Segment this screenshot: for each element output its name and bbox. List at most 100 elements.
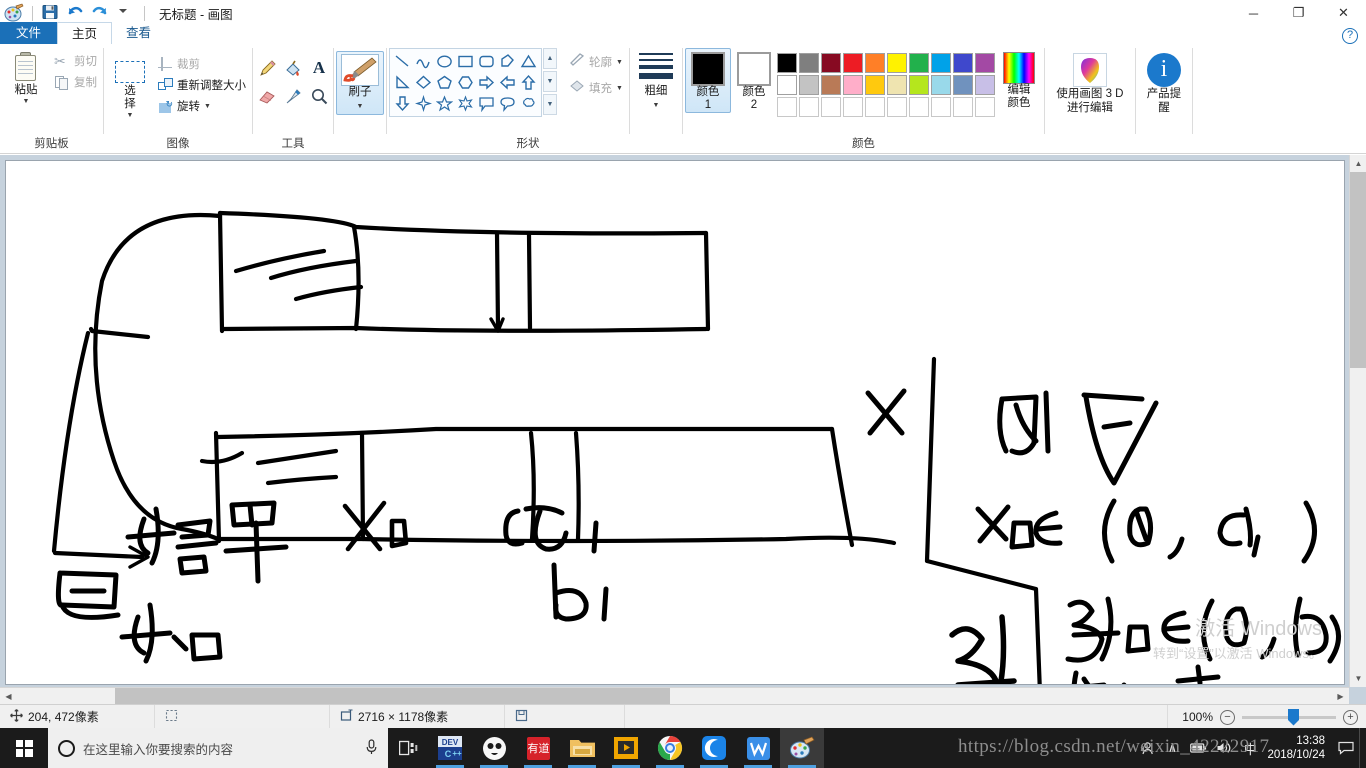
shape-cloud-callout[interactable] [518,93,539,114]
palette-swatch-row2-3[interactable] [820,75,841,95]
taskbar-dev-cpp[interactable]: DEV C ++ [428,728,472,768]
palette-swatch-row2-2[interactable] [798,75,819,95]
shapes-expand-icon[interactable]: ▼ [543,94,557,115]
taskbar-wps[interactable] [736,728,780,768]
shape-curve[interactable] [413,51,434,72]
volume-icon[interactable] [1211,728,1237,768]
palette-swatch-row2-4[interactable] [842,75,863,95]
palette-swatch-row3-1[interactable] [776,97,797,117]
palette-swatch-row2-6[interactable] [886,75,907,95]
save-icon[interactable] [41,3,61,23]
palette-swatch-row1-1[interactable] [776,53,797,73]
shapes-scroll-down-icon[interactable]: ▼ [543,71,557,92]
redo-icon[interactable] [91,3,111,23]
shape-hexagon[interactable] [455,72,476,93]
paste-caret-icon[interactable]: ▼ [23,98,30,105]
palette-swatch-row3-8[interactable] [930,97,951,117]
palette-swatch-row1-8[interactable] [930,53,951,73]
palette-swatch-row3-2[interactable] [798,97,819,117]
taskbar-media-player[interactable] [604,728,648,768]
palette-swatch-row2-8[interactable] [930,75,951,95]
show-desktop-button[interactable] [1359,728,1366,768]
hscroll-thumb[interactable] [115,688,670,705]
shape-polygon[interactable] [497,51,518,72]
palette-swatch-row2-5[interactable] [864,75,885,95]
select-button[interactable]: 选择 ▼ [106,49,154,119]
cut-button[interactable]: ✂ 剪切 [50,52,101,70]
product-alerts-button[interactable]: i 产品提醒 [1138,49,1190,115]
brush-caret-icon[interactable]: ▼ [357,103,364,110]
tab-view[interactable]: 查看 [112,22,165,44]
scroll-up-icon[interactable]: ▲ [1350,155,1366,172]
color1-button[interactable]: 颜色 1 [684,48,731,113]
shape-pentagon[interactable] [434,72,455,93]
scroll-right-icon[interactable]: ▶ [1332,688,1349,705]
shape-left-arrow[interactable] [497,72,518,93]
task-view-button[interactable] [388,728,428,768]
brush-button[interactable]: 刷子▼ [336,51,384,115]
palette-swatch-row2-1[interactable] [776,75,797,95]
select-caret-icon[interactable]: ▼ [127,112,134,119]
rotate-caret-icon[interactable]: ▼ [204,103,211,110]
taskbar-search[interactable]: 在这里输入你要搜索的内容 [48,728,388,768]
microphone-icon[interactable] [365,738,378,758]
palette-swatch-row1-6[interactable] [886,53,907,73]
palette-swatch-row2-10[interactable] [974,75,995,95]
palette-swatch-row3-7[interactable] [908,97,929,117]
palette-swatch-row3-4[interactable] [842,97,863,117]
edit-with-paint3d-button[interactable]: 使用画图 3 D 进行编辑 [1047,49,1133,115]
zoom-slider-thumb[interactable] [1288,708,1299,726]
taskbar-paint[interactable] [780,728,824,768]
shapes-gallery[interactable] [389,48,542,117]
shape-four-point-star[interactable] [413,93,434,114]
edit-colors-button[interactable]: 编辑颜色 [996,48,1042,110]
taskbar-potplayer[interactable] [472,728,516,768]
color-picker-tool[interactable] [281,83,305,109]
size-button[interactable]: 粗细▼ [632,49,680,111]
taskbar-clock[interactable]: 13:38 2018/10/24 [1263,734,1333,762]
copy-button[interactable]: 复制 [50,73,101,91]
fill-with-color-tool[interactable] [281,55,305,81]
shape-oval[interactable] [434,51,455,72]
shape-diamond[interactable] [413,72,434,93]
battery-icon[interactable] [1185,728,1211,768]
resize-button[interactable]: 重新调整大小 [154,76,250,94]
crop-button[interactable]: 裁剪 [154,55,250,73]
shapes-scroll-up-icon[interactable]: ▲ [543,48,557,69]
start-button[interactable] [0,728,48,768]
action-center-icon[interactable] [1333,728,1359,768]
shape-rounded-callout[interactable] [497,93,518,114]
palette-swatch-row3-10[interactable] [974,97,995,117]
magnifier-tool[interactable] [307,83,331,109]
drawing-canvas[interactable]: 激活 Windows 转到“设置”以激活 Windows。 [5,160,1345,685]
scroll-down-icon[interactable]: ▼ [1350,670,1366,687]
color-palette[interactable] [776,48,996,118]
palette-swatch-row3-5[interactable] [864,97,885,117]
size-caret-icon[interactable]: ▼ [652,102,659,109]
shape-up-arrow[interactable] [518,72,539,93]
palette-swatch-row1-2[interactable] [798,53,819,73]
ime-indicator[interactable]: 中 [1237,728,1263,768]
shape-triangle[interactable] [518,51,539,72]
paste-button[interactable]: 粘贴 ▼ [2,49,50,105]
fill-caret-icon[interactable]: ▼ [616,85,623,92]
shape-rounded-rectangle[interactable] [476,51,497,72]
cortana-icon[interactable] [58,739,75,757]
eraser-tool[interactable] [255,83,279,109]
palette-swatch-row2-7[interactable] [908,75,929,95]
pencil-tool[interactable] [255,55,279,81]
palette-swatch-row3-3[interactable] [820,97,841,117]
zoom-out-button[interactable]: − [1220,709,1235,725]
shape-line[interactable] [392,51,413,72]
help-icon[interactable]: ? [1342,28,1358,44]
palette-swatch-row2-9[interactable] [952,75,973,95]
outline-caret-icon[interactable]: ▼ [616,59,623,66]
zoom-in-button[interactable]: + [1343,709,1358,725]
taskbar-youdao[interactable]: 有道 [516,728,560,768]
shape-down-arrow[interactable] [392,93,413,114]
palette-swatch-row1-9[interactable] [952,53,973,73]
shape-five-point-star[interactable] [434,93,455,114]
outline-button[interactable]: 轮廓 ▼ [565,50,627,73]
taskbar-chrome[interactable] [648,728,692,768]
rotate-button[interactable]: ↻ 旋转 ▼ [154,97,250,115]
